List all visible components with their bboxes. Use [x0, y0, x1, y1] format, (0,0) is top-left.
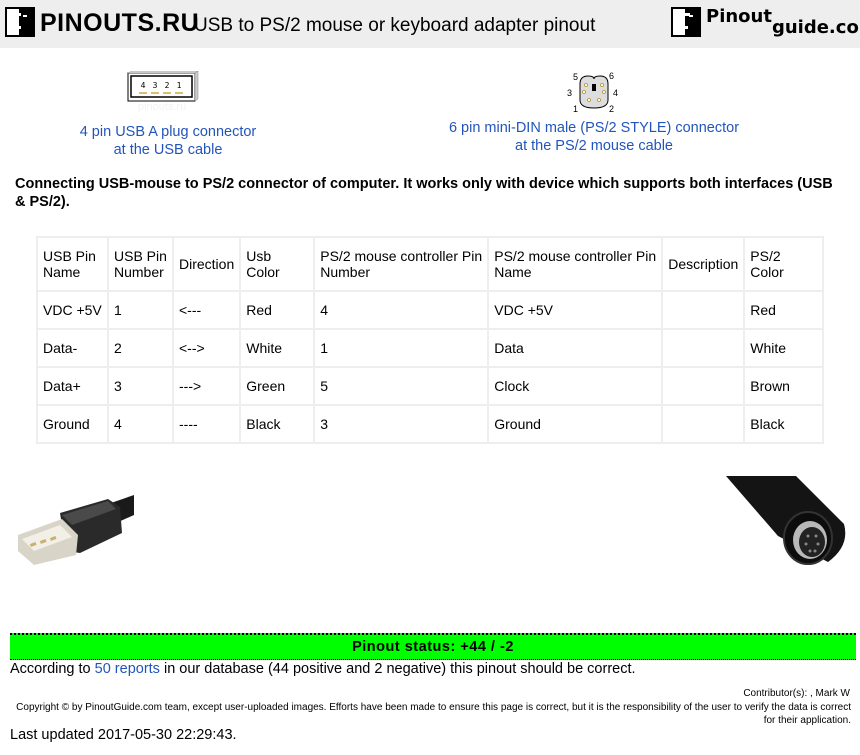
usb-a-connector-diagram: 4 3 2 1: [127, 71, 199, 102]
pinoutguide-brand-link[interactable]: Pinoutguide.com: [706, 6, 860, 38]
ps2-pin-6: 6: [609, 71, 614, 81]
cell: Data: [487, 328, 664, 368]
header-cell: PS/2 mouse controller Pin Number: [313, 236, 490, 292]
cell: Data+: [36, 366, 109, 406]
cell: --->: [171, 366, 242, 406]
cell: Red: [743, 290, 825, 330]
cell: 3: [313, 404, 490, 444]
ps2-pin-5: 5: [573, 72, 578, 82]
cell: 4: [107, 404, 174, 444]
ps2-caption-line2: at the PS/2 mouse cable: [515, 138, 673, 154]
usb-pin-1: 1: [177, 81, 182, 90]
usb-plug-photo[interactable]: [16, 493, 134, 565]
brand-logo-link[interactable]: PINOUTS.RU: [40, 9, 199, 38]
header-cell: Description: [661, 236, 746, 292]
site-header: PINOUTS.RU USB to PS/2 mouse or keyboard…: [0, 0, 860, 48]
cell: Red: [239, 290, 316, 330]
status-suffix: in our database (44 positive and 2 negat…: [159, 661, 636, 677]
diagram-watermark: pinouts.ru: [138, 101, 187, 113]
ps2-caption-line1: 6 pin mini-DIN male (PS/2 STYLE) connect…: [448, 120, 740, 136]
header-cell: USB Pin Number: [107, 236, 174, 292]
cell: Green: [239, 366, 316, 406]
cell: <-->: [171, 328, 242, 368]
table-header-row: USB Pin Name USB Pin Number Direction Us…: [36, 236, 825, 292]
intro-text: Connecting USB-mouse to PS/2 connector o…: [15, 176, 833, 210]
pinoutguide-logo-icon[interactable]: [671, 7, 701, 37]
cell: 2: [107, 328, 174, 368]
usb-caption-line1: 4 pin USB A plug connector: [79, 124, 257, 140]
header-cell: Direction: [171, 236, 242, 292]
cell: <---: [171, 290, 242, 330]
cell: [661, 404, 746, 444]
cell: Black: [239, 404, 316, 444]
ps2-pin-3: 3: [567, 88, 572, 98]
pinouts-logo-icon[interactable]: [5, 7, 35, 37]
status-prefix: According to: [10, 661, 95, 677]
ps2-pin-4: 4: [613, 88, 618, 98]
cell: Ground: [36, 404, 109, 444]
last-updated: Last updated 2017-05-30 22:29:43.: [10, 727, 237, 743]
contributors: Contributor(s): , Mark W: [743, 688, 850, 699]
cell: [661, 290, 746, 330]
cell: Data-: [36, 328, 109, 368]
table-row: VDC +5V 1 <--- Red 4 VDC +5V Red: [36, 290, 825, 330]
cell: Clock: [487, 366, 664, 406]
cell: 1: [107, 290, 174, 330]
cell: 5: [313, 366, 490, 406]
cell: ----: [171, 404, 242, 444]
header-cell: PS/2 Color: [743, 236, 825, 292]
table-row: Ground 4 ---- Black 3 Ground Black: [36, 404, 825, 444]
brand-right-pinout: Pinout: [706, 6, 772, 27]
pinout-status-bar: Pinout status: +44 / -2: [10, 633, 856, 660]
usb-connector-caption[interactable]: 4 pin USB A plug connector at the USB ca…: [60, 123, 276, 159]
cell: 4: [313, 290, 490, 330]
ps2-plug-photo[interactable]: [726, 476, 846, 586]
cell: Brown: [743, 366, 825, 406]
brand-right-guide: guide.com: [771, 17, 860, 38]
cell: White: [239, 328, 316, 368]
ps2-pin-1: 1: [573, 104, 578, 114]
cell: Ground: [487, 404, 664, 444]
cell: VDC +5V: [487, 290, 664, 330]
pinout-table: USB Pin Name USB Pin Number Direction Us…: [36, 236, 825, 444]
cell: White: [743, 328, 825, 368]
cell: [661, 366, 746, 406]
table-row: Data- 2 <--> White 1 Data White: [36, 328, 825, 368]
usb-pin-2: 2: [165, 81, 170, 90]
status-description: According to 50 reports in our database …: [10, 661, 636, 677]
page-title: USB to PS/2 mouse or keyboard adapter pi…: [194, 15, 596, 36]
cell: 1: [313, 328, 490, 368]
usb-pin-4: 4: [141, 81, 146, 90]
table-row: Data+ 3 ---> Green 5 Clock Brown: [36, 366, 825, 406]
cell: Black: [743, 404, 825, 444]
usb-pin-3: 3: [153, 81, 158, 90]
header-cell: Usb Color: [239, 236, 316, 292]
header-cell: PS/2 mouse controller Pin Name: [487, 236, 664, 292]
reports-link[interactable]: 50 reports: [95, 661, 160, 677]
ps2-pin-2: 2: [609, 104, 614, 114]
header-cell: USB Pin Name: [36, 236, 109, 292]
copyright-notice: Copyright © by PinoutGuide.com team, exc…: [16, 702, 851, 726]
cell: [661, 328, 746, 368]
cell: VDC +5V: [36, 290, 109, 330]
usb-caption-line2: at the USB cable: [113, 142, 223, 158]
cell: 3: [107, 366, 174, 406]
ps2-mini-din-connector-diagram: 5 6 3 4 1 2: [567, 71, 618, 114]
ps2-connector-caption[interactable]: 6 pin mini-DIN male (PS/2 STYLE) connect…: [434, 119, 754, 155]
